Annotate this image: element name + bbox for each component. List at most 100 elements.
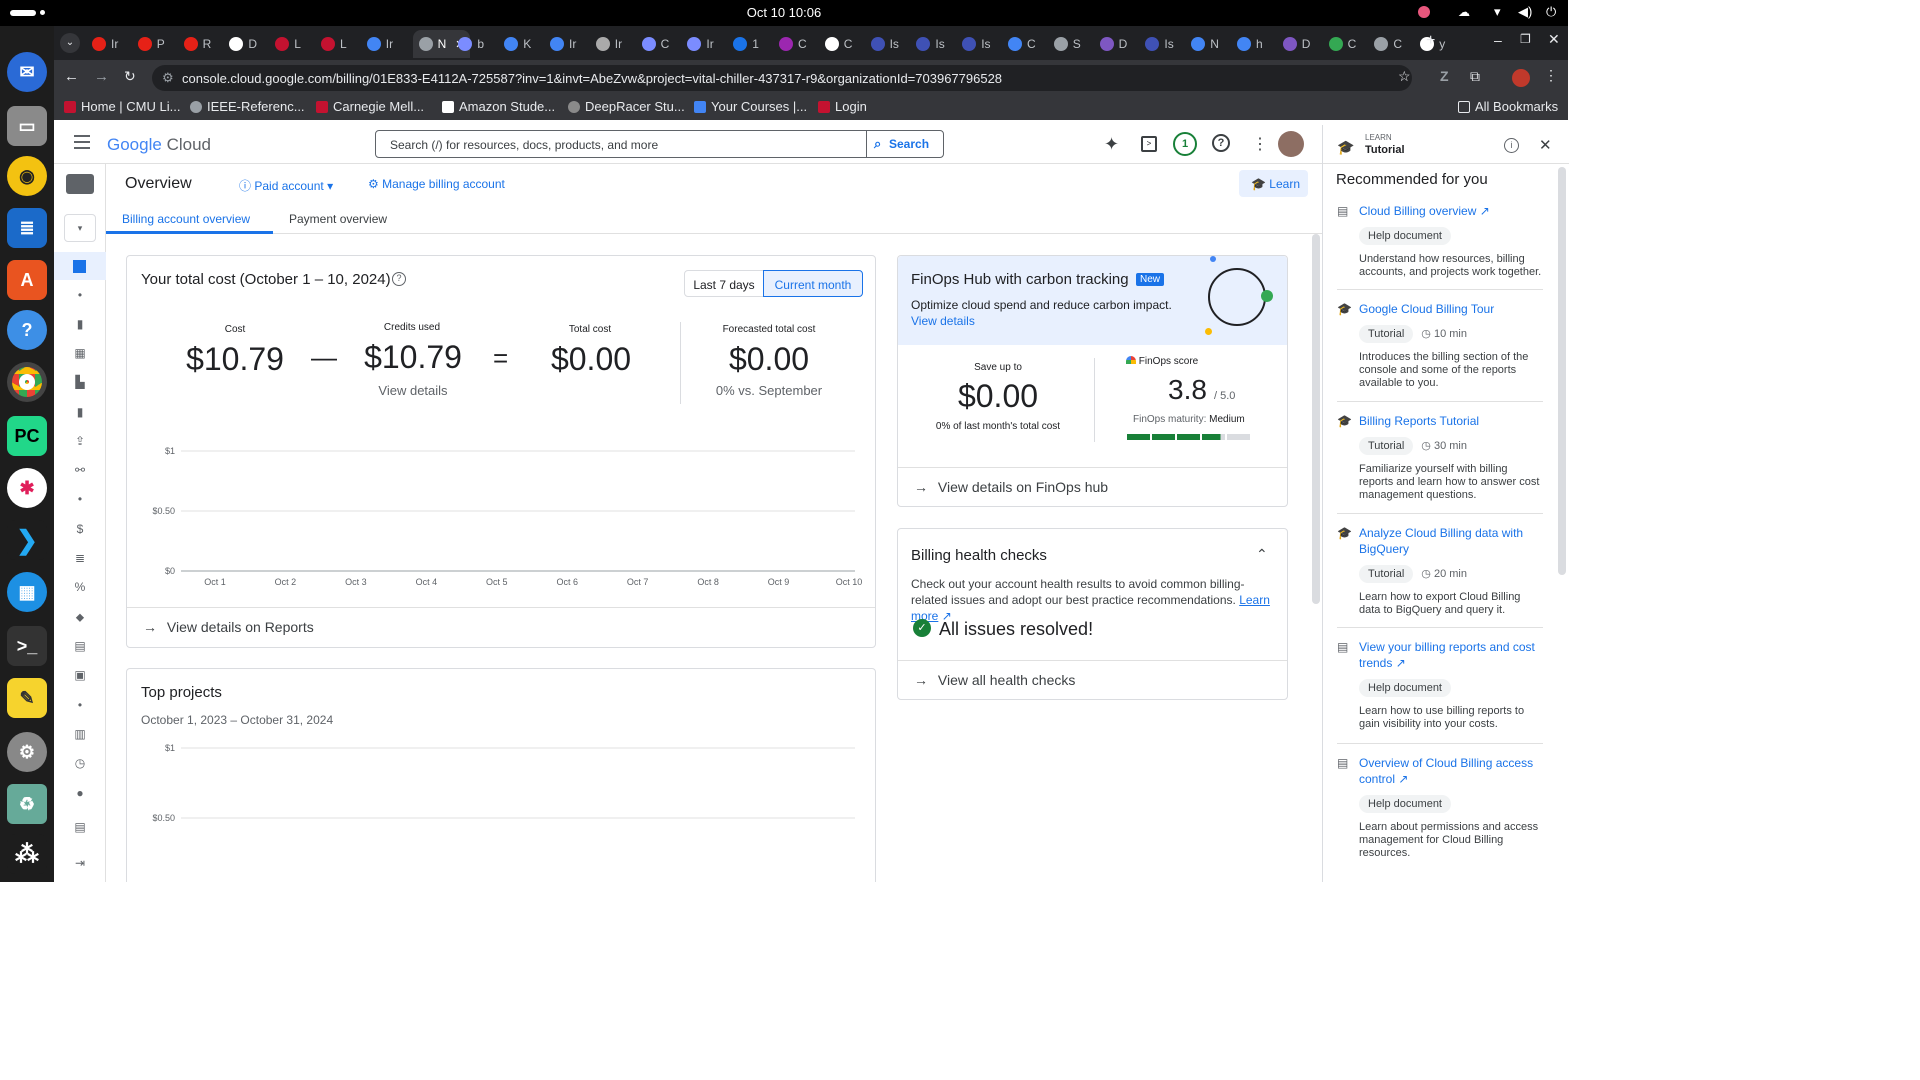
bookmark-6[interactable]: Your Courses |... bbox=[694, 99, 807, 114]
back-icon[interactable]: ← bbox=[64, 68, 79, 85]
last-7-days-button[interactable]: Last 7 days bbox=[684, 270, 764, 297]
thunderbird-icon[interactable]: ✉ bbox=[7, 52, 47, 92]
browser-tab[interactable]: D bbox=[1099, 32, 1127, 56]
minimize-icon[interactable]: – bbox=[1494, 32, 1502, 48]
help-icon[interactable]: ? bbox=[7, 310, 47, 350]
credits-view-details-link[interactable]: View details bbox=[365, 383, 461, 398]
bookmark-3[interactable]: Carnegie Mell... bbox=[316, 99, 424, 114]
browser-tab[interactable]: C bbox=[779, 32, 807, 56]
pycharm-icon[interactable]: PC bbox=[7, 416, 47, 456]
all-bookmarks[interactable]: All Bookmarks bbox=[1458, 99, 1558, 114]
chrome-menu-icon[interactable]: ⋮ bbox=[1544, 67, 1558, 84]
nav-credits-icon[interactable]: ▣ bbox=[72, 668, 88, 682]
bookmark-4[interactable]: Amazon Stude... bbox=[442, 99, 555, 114]
browser-tab[interactable]: S bbox=[1053, 32, 1081, 56]
nav-expand-icon[interactable]: ⇥ bbox=[72, 856, 88, 870]
zotero-extension-icon[interactable]: Z bbox=[1440, 68, 1449, 84]
browser-tab[interactable]: C bbox=[1328, 32, 1356, 56]
browser-tab[interactable]: D bbox=[1282, 32, 1310, 56]
profile-avatar-icon[interactable] bbox=[1512, 69, 1530, 87]
nav-account-icon[interactable]: ● bbox=[72, 786, 88, 800]
browser-tab[interactable]: Ir bbox=[595, 32, 622, 56]
paid-account-dropdown[interactable]: ⓘ Paid account ▾ bbox=[239, 177, 333, 194]
terminal-icon[interactable]: >_ bbox=[7, 626, 47, 666]
nav-overview-active[interactable] bbox=[54, 252, 106, 280]
nav-history-icon[interactable]: ◷ bbox=[72, 756, 88, 770]
nav-discounts-icon[interactable]: % bbox=[72, 580, 88, 594]
nav-budgets-icon[interactable]: ⇪ bbox=[72, 434, 88, 448]
browser-tab[interactable]: 1 bbox=[733, 32, 759, 56]
browser-tab[interactable]: b bbox=[458, 32, 484, 56]
browser-tab[interactable]: Is bbox=[962, 32, 991, 56]
trash-icon[interactable]: ♻ bbox=[7, 784, 47, 824]
browser-tab[interactable]: C bbox=[1374, 32, 1402, 56]
reload-icon[interactable]: ↻ bbox=[124, 68, 136, 85]
vscode-icon[interactable]: ❯ bbox=[7, 520, 47, 560]
url-field[interactable]: ⚙ console.cloud.google.com/billing/01E83… bbox=[152, 65, 1412, 91]
nav-export-icon[interactable]: ⚯ bbox=[72, 463, 88, 477]
power-icon[interactable]: ⏻ bbox=[1546, 4, 1556, 20]
learn-item[interactable]: ▤ Cloud Billing overview ↗ Help document Un… bbox=[1337, 203, 1543, 279]
clock[interactable]: Oct 10 10:06 bbox=[0, 5, 1568, 20]
search-input[interactable]: Search (/) for resources, docs, products… bbox=[375, 130, 867, 158]
help-icon[interactable]: ? bbox=[1212, 134, 1230, 152]
slack-icon[interactable]: ✱ bbox=[7, 468, 47, 508]
browser-tab[interactable]: Is bbox=[870, 32, 899, 56]
browser-tab[interactable]: L bbox=[321, 32, 347, 56]
extensions-icon[interactable]: ⧉ bbox=[1470, 68, 1480, 85]
weather-icon[interactable]: ☁ bbox=[1458, 5, 1470, 19]
nav-list-icon[interactable]: ≣ bbox=[72, 551, 88, 565]
current-month-button[interactable]: Current month bbox=[763, 270, 863, 297]
main-scrollbar[interactable] bbox=[1312, 234, 1320, 604]
view-health-checks-link[interactable]: → View all health checks bbox=[914, 672, 1075, 688]
browser-tab[interactable]: P bbox=[137, 32, 165, 56]
maximize-icon[interactable]: ❐ bbox=[1520, 32, 1531, 46]
show-apps-icon[interactable]: ⁂ bbox=[7, 834, 47, 874]
browser-tab[interactable]: K bbox=[504, 32, 531, 56]
site-info-icon[interactable]: ⚙ bbox=[162, 70, 174, 86]
view-reports-link[interactable]: → View details on Reports bbox=[143, 619, 314, 635]
cloud-shell-icon[interactable]: > bbox=[1141, 136, 1157, 152]
finops-view-details-link[interactable]: View details bbox=[911, 314, 975, 328]
forward-icon[interactable]: → bbox=[94, 68, 109, 85]
nav-collapse-dropdown[interactable]: ▾ bbox=[64, 214, 96, 242]
bookmark-1[interactable]: Home | CMU Li... bbox=[64, 99, 180, 114]
bookmark-7[interactable]: Login bbox=[818, 99, 867, 114]
app-indicator-icon[interactable] bbox=[1418, 6, 1430, 18]
browser-tab[interactable]: Is bbox=[916, 32, 945, 56]
learn-item[interactable]: 🎓 Analyze Cloud Billing data with BigQuer… bbox=[1337, 525, 1543, 617]
billing-product-icon[interactable] bbox=[66, 174, 94, 194]
chevron-up-icon[interactable]: ⌃ bbox=[1256, 546, 1268, 563]
learn-item-title[interactable]: View your billing reports and cost trend… bbox=[1337, 639, 1543, 671]
search-button[interactable]: ⌕ Search bbox=[866, 130, 944, 158]
tab-billing-account-overview[interactable]: Billing account overview bbox=[122, 212, 250, 226]
volume-icon[interactable]: ◀) bbox=[1518, 4, 1532, 20]
browser-tab[interactable]: Ir bbox=[687, 32, 714, 56]
browser-tab[interactable]: Ir bbox=[550, 32, 576, 56]
software-center-icon[interactable]: A bbox=[7, 260, 47, 300]
nav-pricing-icon[interactable]: $ bbox=[72, 522, 88, 536]
new-tab-icon[interactable]: + bbox=[1426, 32, 1435, 50]
nav-reports-icon[interactable]: ▮ bbox=[72, 317, 88, 331]
chrome-icon[interactable] bbox=[7, 362, 47, 402]
learn-item[interactable]: ▤ Overview of Cloud Billing access contro… bbox=[1337, 755, 1543, 860]
learn-button[interactable]: 🎓 Learn bbox=[1239, 170, 1308, 197]
learn-item[interactable]: 🎓 Google Cloud Billing Tour Tutorial ◷ 10 m… bbox=[1337, 301, 1543, 390]
browser-tab[interactable]: L bbox=[275, 32, 301, 56]
learn-item-title[interactable]: Cloud Billing overview ↗ bbox=[1337, 203, 1543, 219]
tab-search-icon[interactable]: ⌄ bbox=[60, 33, 80, 53]
learn-item-title[interactable]: Analyze Cloud Billing data with BigQuery bbox=[1337, 525, 1543, 557]
files-icon[interactable]: ▭ bbox=[7, 106, 47, 146]
nav-release-notes-icon[interactable]: ▤ bbox=[72, 820, 88, 834]
view-finops-hub-link[interactable]: → View details on FinOps hub bbox=[914, 479, 1108, 495]
close-window-icon[interactable]: ✕ bbox=[1548, 31, 1560, 48]
more-options-icon[interactable]: ⋮ bbox=[1252, 134, 1268, 154]
main-menu-icon[interactable] bbox=[74, 135, 90, 149]
user-avatar[interactable] bbox=[1278, 131, 1304, 157]
panel-scrollbar[interactable] bbox=[1558, 167, 1566, 575]
manage-billing-link[interactable]: ⚙ Manage billing account bbox=[368, 177, 505, 191]
bookmark-2[interactable]: IEEE-Referenc... bbox=[190, 99, 305, 114]
text-editor-icon[interactable]: ✎ bbox=[7, 678, 47, 718]
browser-tab[interactable]: N bbox=[1191, 32, 1219, 56]
help-circle-icon[interactable]: ? bbox=[392, 272, 406, 286]
